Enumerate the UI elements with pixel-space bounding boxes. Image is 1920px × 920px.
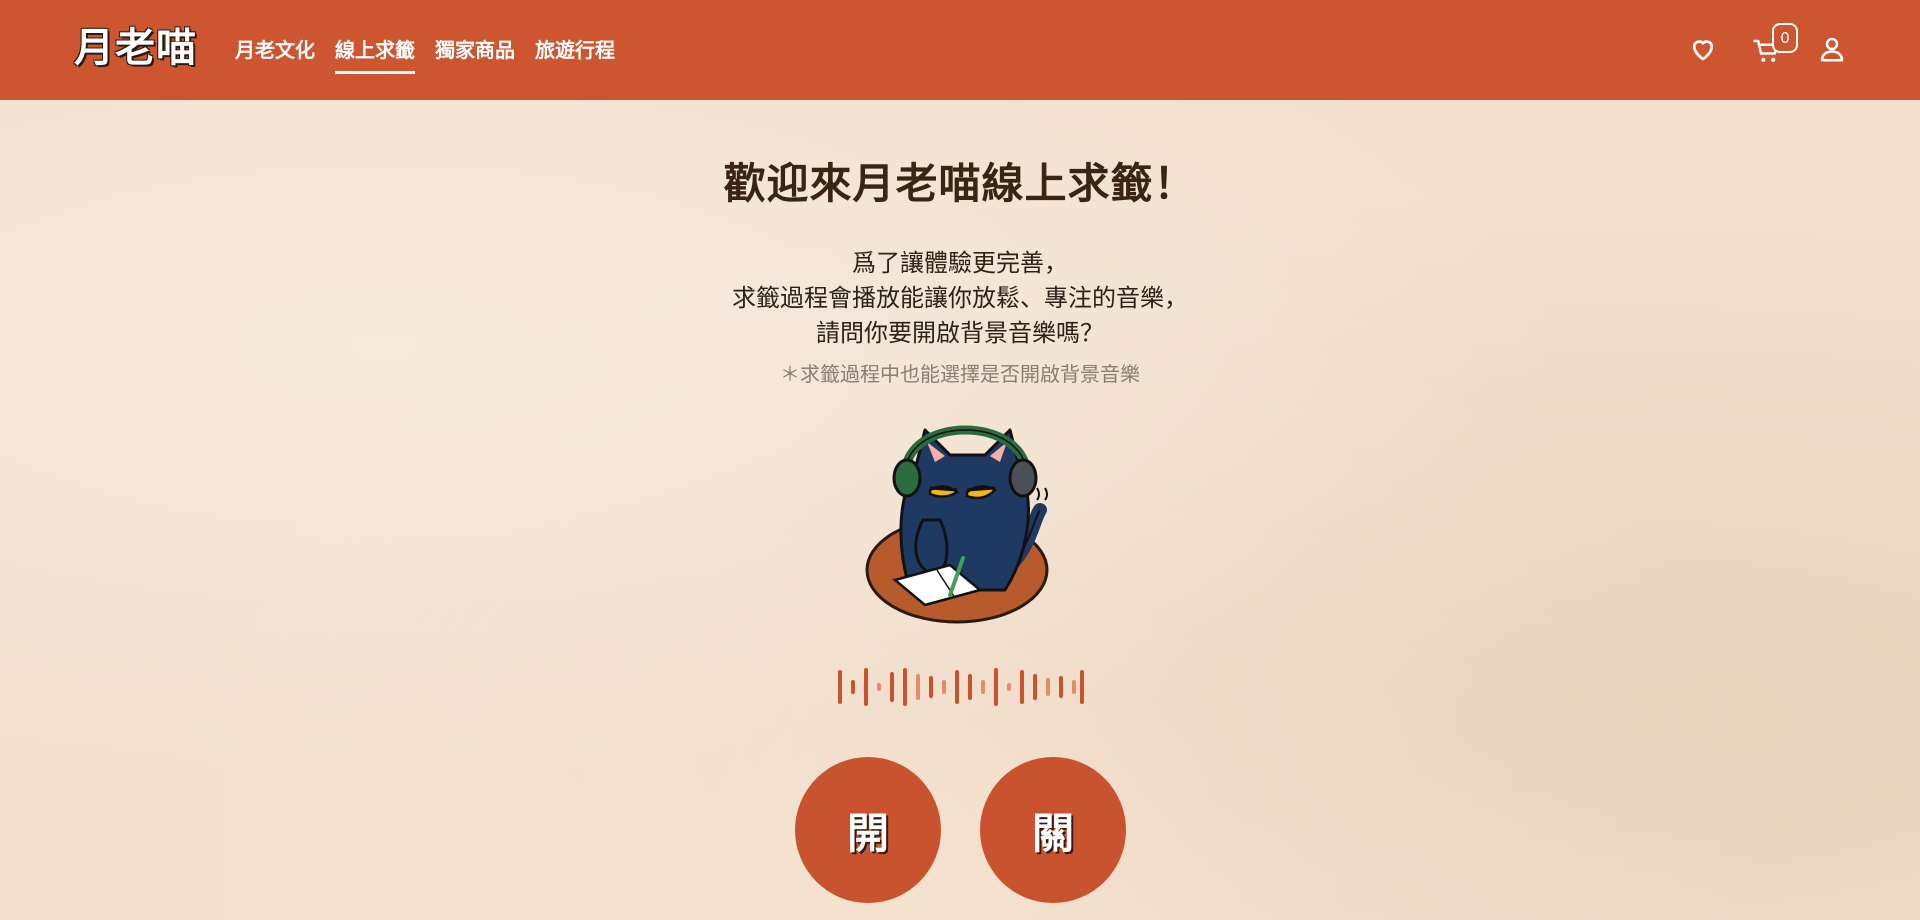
heart-icon[interactable] [1688, 34, 1718, 64]
description-line: 請問你要開啟背景音樂嗎？ [816, 319, 1104, 347]
nav-item-products[interactable]: 獨家商品 [435, 0, 515, 100]
page-title: 歡迎來月老喵線上求籤！ [723, 159, 1197, 208]
audio-waveform-icon [838, 668, 1084, 706]
music-on-button[interactable]: 開 [795, 757, 941, 903]
nav-item-online-fortune[interactable]: 線上求籤 [335, 0, 415, 100]
description-line: 爲了讓體驗更完善， [852, 249, 1068, 277]
nav-item-travel[interactable]: 旅遊行程 [535, 0, 615, 100]
music-note: ＊求籤過程中也能選擇是否開啟背景音樂 [780, 362, 1140, 386]
cart-count-badge: 0 [1772, 23, 1798, 53]
user-icon[interactable] [1817, 34, 1847, 64]
top-nav-bar: 月老喵 月老文化 線上求籤 獨家商品 旅遊行程 0 [0, 0, 1920, 100]
music-description: 爲了讓體驗更完善， 求籤過程會播放能讓你放鬆、專注的音樂， 請問你要開啟背景音樂… [0, 246, 1920, 351]
music-off-button[interactable]: 關 [980, 757, 1126, 903]
nav-item-culture[interactable]: 月老文化 [235, 0, 315, 100]
cat-with-headphones-illustration [865, 425, 1049, 624]
site-logo[interactable]: 月老喵 [74, 22, 197, 74]
description-line: 求籤過程會播放能讓你放鬆、專注的音樂， [732, 284, 1188, 312]
main-nav: 月老文化 線上求籤 獨家商品 旅遊行程 [235, 0, 615, 100]
